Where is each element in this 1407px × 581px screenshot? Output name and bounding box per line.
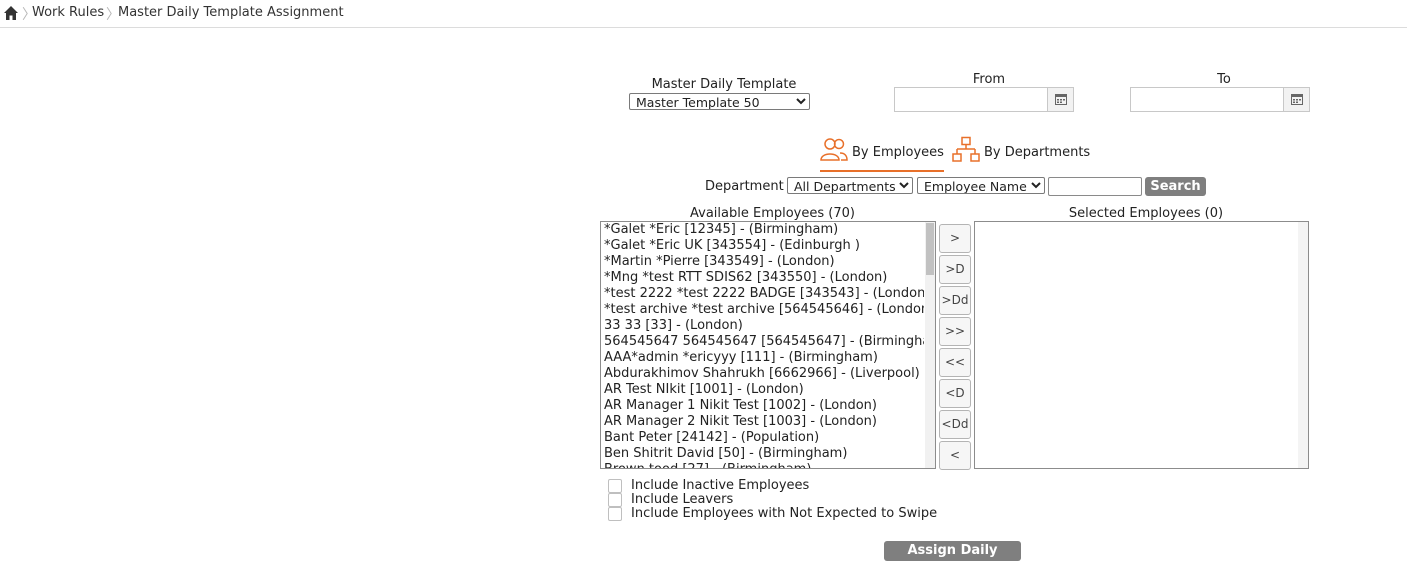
tab-by-departments-label: By Departments <box>984 144 1091 160</box>
tab-by-departments[interactable]: By Departments <box>952 136 1090 168</box>
calendar-icon[interactable] <box>1047 88 1073 111</box>
tab-by-employees[interactable]: By Employees <box>820 136 944 172</box>
search-button[interactable]: Search <box>1145 177 1206 196</box>
include-inactive-label: Include Inactive Employees <box>631 478 810 493</box>
template-label: Master Daily Template <box>651 77 797 92</box>
employee-list-item[interactable]: *Mng *test RTT SDIS62 [343550] - (London… <box>601 270 924 286</box>
selected-employees-list[interactable] <box>974 221 1309 469</box>
employee-list-item[interactable]: *test 2222 *test 2222 BADGE [343543] - (… <box>601 286 924 302</box>
available-employees-items: *Galet *Eric [12345] - (Birmingham) *Gale… <box>601 222 924 468</box>
template-select[interactable]: Master Template 50 <box>629 93 810 110</box>
selected-employees-title: Selected Employees (0) <box>1068 206 1224 221</box>
move-department-left-button[interactable]: <D <box>939 379 971 408</box>
move-selected-right-button[interactable]: > <box>939 224 971 253</box>
selected-list-scrollbar[interactable] <box>1298 222 1308 468</box>
breadcrumb-current-page: Master Daily Template Assignment <box>118 5 344 20</box>
search-input[interactable] <box>1048 177 1142 196</box>
calendar-icon[interactable] <box>1283 88 1309 111</box>
employee-list-item[interactable]: AR Manager 2 Nikit Test [1003] - (London… <box>601 414 924 430</box>
search-field-select[interactable]: Employee Name <box>917 177 1045 194</box>
home-icon[interactable] <box>3 5 19 21</box>
include-not-expected-to-swipe-label: Include Employees with Not Expected to S… <box>631 506 938 521</box>
include-not-expected-to-swipe-checkbox[interactable] <box>608 507 622 521</box>
available-list-scrollbar[interactable] <box>925 222 935 468</box>
include-leavers-checkbox[interactable] <box>608 493 622 507</box>
scrollbar-thumb[interactable] <box>926 223 934 275</box>
include-leavers-label: Include Leavers <box>631 492 734 507</box>
employee-list-item[interactable]: *Martin *Pierre [343549] - (London) <box>601 254 924 270</box>
employee-list-item[interactable]: *Galet *Eric UK [343554] - (Edinburgh ) <box>601 238 924 254</box>
move-all-right-button[interactable]: >> <box>939 317 971 346</box>
employee-list-item[interactable]: 564545647 564545647 [564545647] - (Birmi… <box>601 334 924 350</box>
users-icon <box>820 136 848 168</box>
employee-list-item[interactable]: AR Manager 1 Nikit Test [1002] - (London… <box>601 398 924 414</box>
to-date-field[interactable] <box>1130 87 1310 112</box>
from-label: From <box>972 72 1006 87</box>
available-employees-list[interactable]: *Galet *Eric [12345] - (Birmingham) *Gale… <box>600 221 936 469</box>
to-label: To <box>1217 72 1231 87</box>
employee-list-item[interactable]: 33 33 [33] - (London) <box>601 318 924 334</box>
department-label: Department <box>705 179 784 194</box>
employee-list-item[interactable]: Bant Peter [24142] - (Population) <box>601 430 924 446</box>
employee-list-item[interactable]: Brown tood [27] - (Birmingham) <box>601 462 924 468</box>
include-inactive-checkbox[interactable] <box>608 479 622 493</box>
tab-by-employees-label: By Employees <box>852 144 944 160</box>
from-date-field[interactable] <box>894 87 1074 112</box>
breadcrumb: 〉 Work Rules 〉 Master Daily Template Ass… <box>0 0 1407 28</box>
org-chart-icon <box>952 136 980 168</box>
employee-list-item[interactable]: AR Test NIkit [1001] - (London) <box>601 382 924 398</box>
available-employees-title: Available Employees (70) <box>690 206 855 221</box>
employee-list-item[interactable]: AAA*admin *ericyyy [111] - (Birmingham) <box>601 350 924 366</box>
move-department-tree-left-button[interactable]: <Dd <box>939 410 971 439</box>
move-all-left-button[interactable]: << <box>939 348 971 377</box>
move-department-tree-right-button[interactable]: >Dd <box>939 286 971 315</box>
department-select[interactable]: All Departments <box>787 177 913 194</box>
assign-daily-model-button[interactable]: Assign Daily Model <box>884 541 1021 578</box>
employee-list-item[interactable]: *Galet *Eric [12345] - (Birmingham) <box>601 222 924 238</box>
breadcrumb-work-rules[interactable]: Work Rules <box>32 5 104 20</box>
employee-list-item[interactable]: Abdurakhimov Shahrukh [6662966] - (Liver… <box>601 366 924 382</box>
employee-list-item[interactable]: Ben Shitrit David [50] - (Birmingham) <box>601 446 924 462</box>
employee-list-item[interactable]: *test archive *test archive [564545646] … <box>601 302 924 318</box>
move-selected-left-button[interactable]: < <box>939 441 971 470</box>
move-department-right-button[interactable]: >D <box>939 255 971 284</box>
